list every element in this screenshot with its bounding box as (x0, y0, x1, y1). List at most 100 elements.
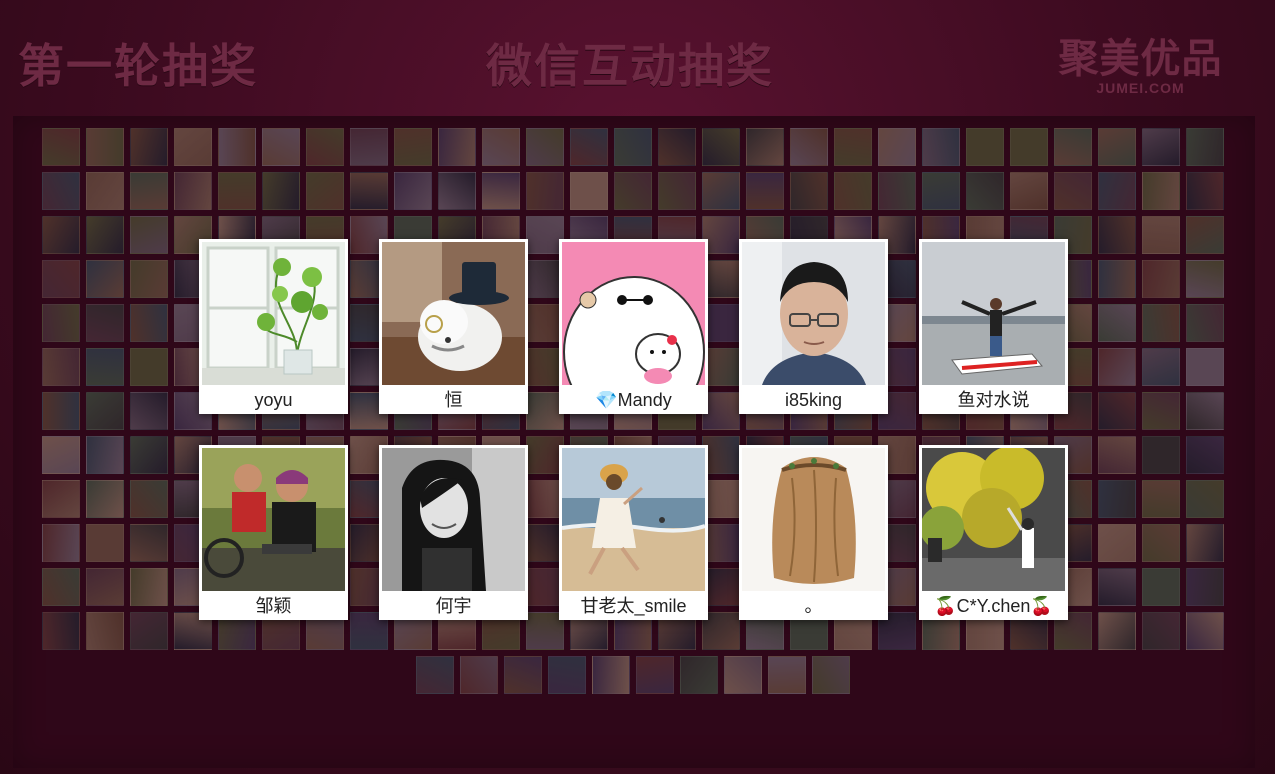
participant-avatar-thumb (1098, 128, 1136, 166)
participant-avatar-thumb (592, 656, 630, 694)
participant-avatar-thumb (966, 172, 1004, 210)
participant-avatar-thumb (1098, 172, 1136, 210)
participant-avatar-thumb (812, 656, 850, 694)
participant-avatar-thumb (526, 172, 564, 210)
winner-name: 恒 (444, 390, 463, 410)
participant-avatar-thumb (746, 172, 784, 210)
participant-avatar-thumb (218, 172, 256, 210)
participant-avatar-thumb (1186, 436, 1224, 474)
participant-avatar-thumb (130, 480, 168, 518)
winner-name: 邹颖 (255, 596, 292, 616)
participant-avatar-thumb (130, 568, 168, 606)
participant-avatar-thumb (438, 128, 476, 166)
participant-avatar-thumb (86, 260, 124, 298)
participant-avatar-thumb (86, 612, 124, 650)
participant-avatar-thumb (86, 172, 124, 210)
winner-card-10: 🍒C*Y.chen🍒 (919, 445, 1068, 620)
participant-avatar-thumb (1054, 128, 1092, 166)
participant-avatar-thumb (922, 128, 960, 166)
participant-avatar-thumb (878, 128, 916, 166)
participant-avatar-thumb (1098, 480, 1136, 518)
winner-card-8: 甘老太_smile (559, 445, 708, 620)
participant-avatar-wall (13, 116, 1255, 768)
participant-avatar-thumb (262, 172, 300, 210)
participant-avatar-thumb (130, 436, 168, 474)
participant-avatar-thumb (42, 568, 80, 606)
participant-avatar-thumb (482, 128, 520, 166)
participant-avatar-thumb (1186, 392, 1224, 430)
participant-avatar-thumb (42, 348, 80, 386)
participant-avatar-thumb (86, 392, 124, 430)
participant-avatar-thumb (1054, 172, 1092, 210)
participant-avatar-thumb (130, 524, 168, 562)
participant-avatar-thumb (218, 128, 256, 166)
participant-avatar-thumb (130, 348, 168, 386)
participant-avatar-thumb (570, 128, 608, 166)
participant-avatar-thumb (306, 172, 344, 210)
participant-avatar-thumb (130, 216, 168, 254)
dog-top-hat-icon (382, 242, 525, 385)
participant-avatar-thumb (350, 172, 388, 210)
winner-card-2: 恒 (379, 239, 528, 414)
participant-avatar-thumb (1142, 568, 1180, 606)
yellow-tree-photo-icon (922, 448, 1065, 591)
participant-avatar-thumb (1186, 260, 1224, 298)
participant-avatar-thumb (416, 656, 454, 694)
participant-avatar-thumb (394, 172, 432, 210)
participant-avatar-thumb (878, 172, 916, 210)
woman-bw-portrait-icon (382, 448, 525, 591)
participant-avatar-thumb (1142, 436, 1180, 474)
participant-avatar-thumb (130, 260, 168, 298)
participant-avatar-thumb (130, 128, 168, 166)
participant-avatar-thumb (1186, 568, 1224, 606)
participant-avatar-thumb (834, 128, 872, 166)
participant-avatar-thumb (438, 172, 476, 210)
participant-avatar-thumb (790, 128, 828, 166)
participant-avatar-thumb (1142, 304, 1180, 342)
participant-avatar-thumb (1186, 348, 1224, 386)
participant-avatar-thumb (86, 436, 124, 474)
participant-avatar-thumb (702, 172, 740, 210)
winner-name: 鱼对水说 (957, 390, 1030, 410)
man-glasses-portrait-icon (742, 242, 885, 385)
winner-card-3: 💎Mandy (559, 239, 708, 414)
baymax-hello-kitty-icon (562, 242, 705, 385)
participant-avatar-thumb (42, 392, 80, 430)
winner-name: 🍒C*Y.chen🍒 (934, 596, 1053, 616)
participant-avatar-thumb (1186, 304, 1224, 342)
participant-avatar-thumb (1142, 612, 1180, 650)
participant-avatar-thumb (42, 304, 80, 342)
participant-avatar-thumb (1142, 348, 1180, 386)
two-men-photo-icon (202, 448, 345, 591)
participant-avatar-thumb (1098, 260, 1136, 298)
participant-avatar-thumb (262, 128, 300, 166)
participant-avatar-thumb (1142, 392, 1180, 430)
participant-avatar-thumb (614, 128, 652, 166)
participant-avatar-thumb (680, 656, 718, 694)
winner-card-6: 邹颖 (199, 445, 348, 620)
plant-window-icon (202, 242, 345, 385)
participant-avatar-thumb (1098, 392, 1136, 430)
winner-card-1: yoyu (199, 239, 348, 414)
participant-avatar-thumb (790, 172, 828, 210)
brand-logo: 聚美优品 JUMEI.COM (1058, 38, 1223, 96)
participant-avatar-thumb (86, 128, 124, 166)
participant-avatar-thumb (42, 524, 80, 562)
winner-name: 。 (804, 596, 823, 616)
participant-avatar-thumb (1098, 568, 1136, 606)
participant-avatar-thumb (130, 172, 168, 210)
participant-avatar-thumb (834, 172, 872, 210)
participant-avatar-thumb (1098, 524, 1136, 562)
participant-avatar-thumb (42, 172, 80, 210)
participant-avatar-thumb (1098, 612, 1136, 650)
participant-avatar-thumb (504, 656, 542, 694)
participant-avatar-thumb (548, 656, 586, 694)
participant-avatar-thumb (922, 172, 960, 210)
participant-avatar-thumb (42, 260, 80, 298)
participant-avatar-thumb (702, 128, 740, 166)
participant-avatar-thumb (42, 480, 80, 518)
participant-avatar-thumb (42, 216, 80, 254)
participant-avatar-thumb (460, 656, 498, 694)
participant-avatar-thumb (768, 656, 806, 694)
participant-avatar-thumb (614, 172, 652, 210)
